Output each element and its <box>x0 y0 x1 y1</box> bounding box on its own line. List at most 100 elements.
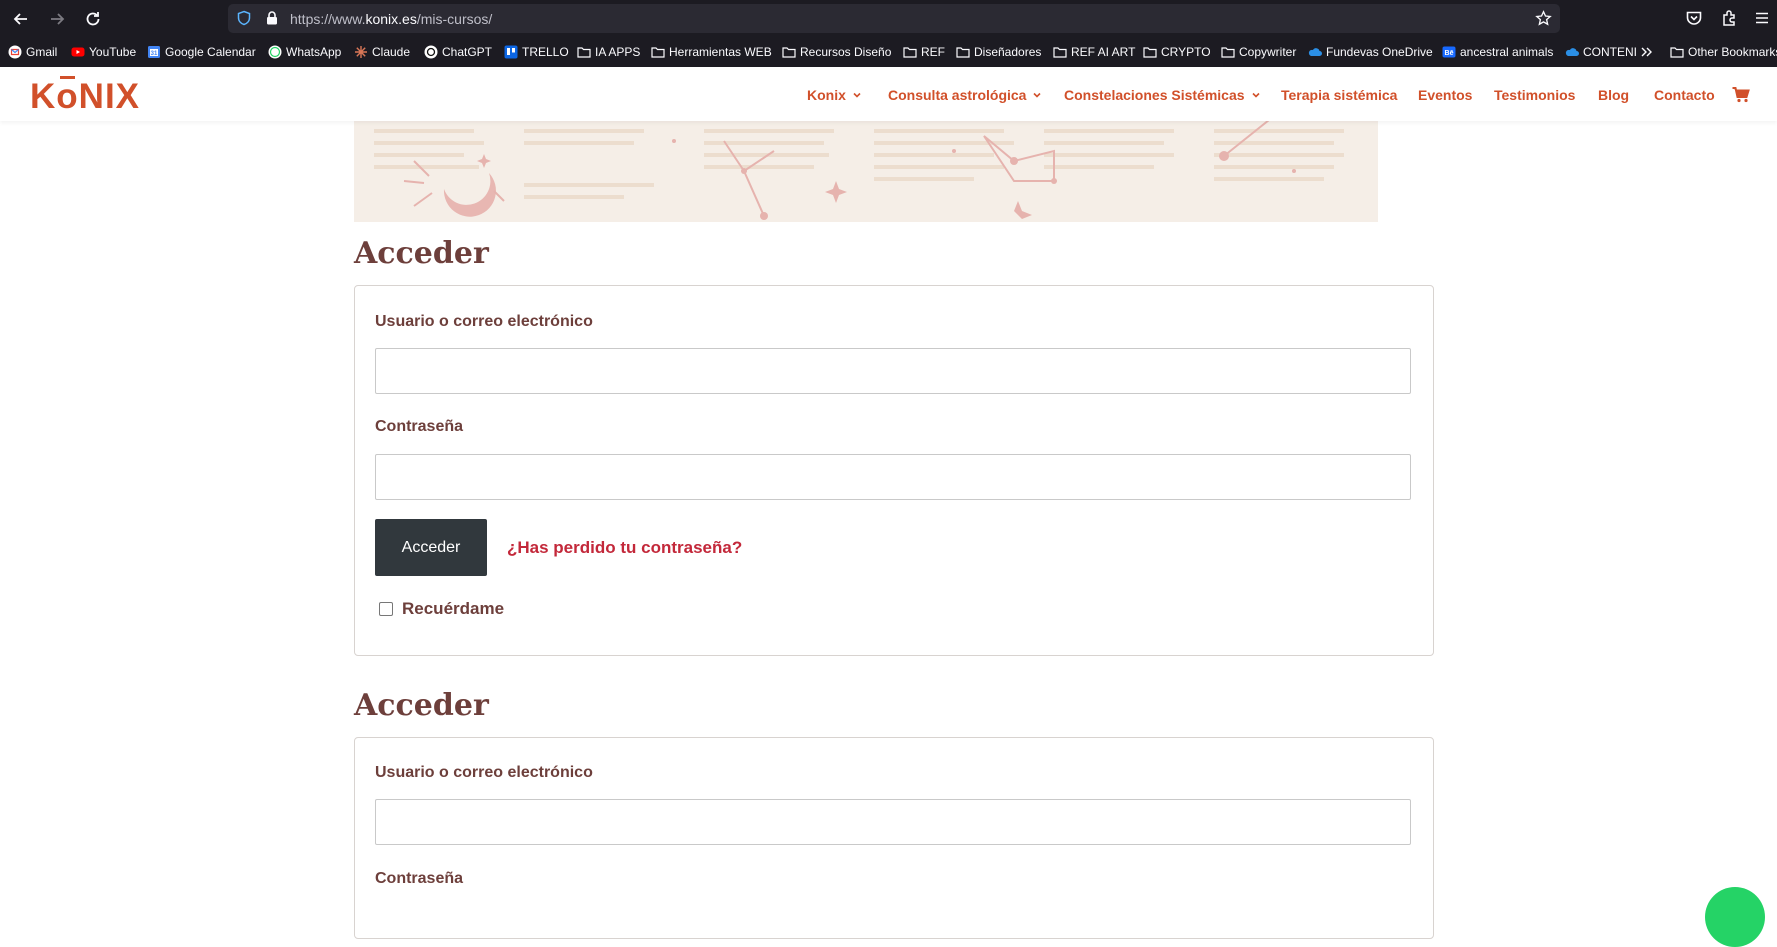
nav-item-consulta-astrol-gica[interactable]: Consulta astrológica <box>888 87 1042 103</box>
nav-item-terapia-sist-mica[interactable]: Terapia sistémica <box>1281 87 1397 103</box>
nav-item-label: Terapia sistémica <box>1281 87 1398 103</box>
site-logo[interactable]: KoNIX <box>30 76 141 117</box>
password-input[interactable] <box>375 454 1411 500</box>
nav-item-konix[interactable]: Konix <box>807 87 862 103</box>
onedrive-icon <box>1308 45 1322 59</box>
arrow-left-icon <box>13 13 27 25</box>
bookmark-label: Herramientas WEB <box>669 45 772 59</box>
password-label-2: Contraseña <box>375 870 464 887</box>
bookmark-item[interactable]: CONTENI <box>1565 42 1637 62</box>
forward-button[interactable] <box>44 7 70 31</box>
username-label: Usuario o correo electrónico <box>375 313 593 330</box>
bookmark-item[interactable]: Herramientas WEB <box>651 42 772 62</box>
bookmark-item[interactable]: Gmail <box>8 42 57 62</box>
folder-icon <box>782 45 796 59</box>
bookmark-item[interactable]: Bē ancestral animals <box>1442 42 1553 62</box>
nav-item-testimonios[interactable]: Testimonios <box>1494 87 1575 103</box>
bookmark-item[interactable]: Copywriter <box>1221 42 1296 62</box>
nav-item-contacto[interactable]: Contacto <box>1654 87 1715 103</box>
svg-text:Bē: Bē <box>1445 50 1454 57</box>
bookmark-item[interactable]: Recursos Diseño <box>782 42 891 62</box>
username-input-2[interactable] <box>375 799 1411 845</box>
bookmark-item[interactable]: 31 Google Calendar <box>147 42 256 62</box>
astrology-banner-icon <box>374 121 1344 220</box>
bookmark-item[interactable]: ChatGPT <box>424 42 492 62</box>
bookmark-item[interactable]: YouTube <box>71 42 136 62</box>
bookmark-label: Fundevas OneDrive <box>1326 45 1433 59</box>
bookmark-label: WhatsApp <box>286 45 342 59</box>
lost-password-link[interactable]: ¿Has perdido tu contraseña? <box>507 538 742 558</box>
url-path: /mis-cursos/ <box>416 11 493 27</box>
bookmark-item[interactable]: Other Bookmarks <box>1670 42 1777 62</box>
youtube-icon <box>71 45 85 59</box>
pocket-button[interactable] <box>1684 8 1704 28</box>
bookmark-star-icon[interactable] <box>1535 10 1552 27</box>
bookmark-item[interactable]: Diseñadores <box>956 42 1041 62</box>
bookmark-item[interactable]: WhatsApp <box>268 42 341 62</box>
whatsapp-icon <box>268 45 282 59</box>
gmail-icon <box>8 45 22 59</box>
password-label: Contraseña <box>375 418 464 435</box>
login-button[interactable]: Acceder <box>375 519 487 576</box>
svg-text:31: 31 <box>151 51 158 57</box>
bookmark-label: ChatGPT <box>442 45 493 59</box>
claude-icon <box>354 45 368 59</box>
bookmark-label: Google Calendar <box>165 45 256 59</box>
shield-icon[interactable] <box>236 10 252 26</box>
remember-me-label: Recuérdame <box>402 599 505 618</box>
remember-me[interactable]: Recuérdame <box>379 599 504 619</box>
bookmark-label: ancestral animals <box>1460 45 1554 59</box>
bookmark-label: Other Bookmarks <box>1688 45 1777 59</box>
extensions-button[interactable] <box>1720 8 1740 28</box>
bookmark-item[interactable]: Claude <box>354 42 410 62</box>
username-input[interactable] <box>375 348 1411 394</box>
login-form-2: Usuario o correo electrónico Contraseña <box>354 737 1434 939</box>
folder-icon <box>1053 45 1067 59</box>
site-header: KoNIX Konix Consulta astrológica Constelac… <box>0 67 1777 121</box>
calendar-icon: 31 <box>147 45 161 59</box>
username-label-2: Usuario o correo electrónico <box>375 764 593 781</box>
bookmark-label: Gmail <box>26 45 58 59</box>
url-bar[interactable]: https://www.konix.es/mis-cursos/ <box>228 4 1560 33</box>
login-title-2: Acceder <box>354 688 489 723</box>
url-prefix: https://www. <box>290 11 366 27</box>
cart-icon[interactable] <box>1732 87 1750 103</box>
folder-icon <box>1143 45 1157 59</box>
bookmark-item[interactable]: IA APPS <box>577 42 640 62</box>
logo-text-o: o <box>56 76 79 116</box>
bookmark-item[interactable]: CRYPTO <box>1143 42 1211 62</box>
bookmark-label: Claude <box>372 45 411 59</box>
folder-icon <box>956 45 970 59</box>
nav-item-eventos[interactable]: Eventos <box>1418 87 1472 103</box>
login-form: Usuario o correo electrónico Contraseña … <box>354 285 1434 656</box>
nav-item-blog[interactable]: Blog <box>1598 87 1629 103</box>
chevron-down-icon <box>1251 92 1260 98</box>
logo-text-end: NIX <box>78 77 141 116</box>
url-text[interactable]: https://www.konix.es/mis-cursos/ <box>290 11 492 27</box>
chatgpt-icon <box>424 45 438 59</box>
onedrive-icon <box>1565 45 1579 59</box>
back-button[interactable] <box>8 7 34 31</box>
double-chevron-icon <box>1641 47 1652 57</box>
pocket-icon <box>1686 11 1702 25</box>
bookmark-label: Recursos Diseño <box>800 45 892 59</box>
nav-item-label: Konix <box>807 87 846 103</box>
behance-icon: Bē <box>1442 45 1456 59</box>
bookmark-label: Diseñadores <box>974 45 1042 59</box>
bookmark-item[interactable]: REF AI ART <box>1053 42 1135 62</box>
reload-button[interactable] <box>80 7 106 31</box>
remember-me-checkbox[interactable] <box>379 602 393 616</box>
chevron-down-icon <box>853 92 861 98</box>
bookmarks-overflow-button[interactable] <box>1640 42 1654 62</box>
bookmark-item[interactable]: TRELLO <box>504 42 569 62</box>
bookmark-item[interactable]: REF <box>903 42 945 62</box>
menu-button[interactable] <box>1752 8 1772 28</box>
chevron-down-icon <box>1033 92 1042 98</box>
nav-item-constelaciones-sist-micas[interactable]: Constelaciones Sistémicas <box>1064 87 1261 103</box>
nav-item-label: Testimonios <box>1494 87 1576 103</box>
bookmark-item[interactable]: Fundevas OneDrive <box>1308 42 1433 62</box>
nav-item-label: Contacto <box>1654 87 1715 103</box>
whatsapp-chat-button[interactable] <box>1705 887 1765 947</box>
folder-icon <box>1670 45 1684 59</box>
lock-icon[interactable] <box>264 10 280 26</box>
